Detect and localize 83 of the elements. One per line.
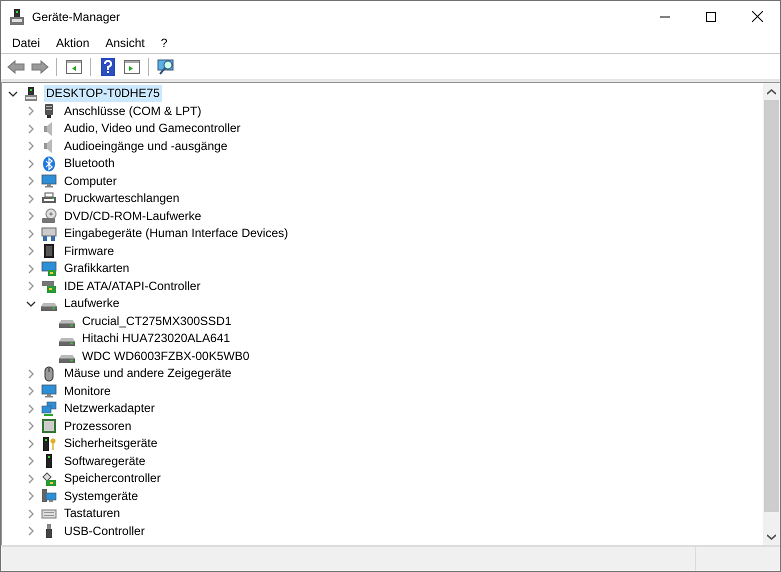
menu-item[interactable]: Datei (4, 36, 48, 50)
window-title: Geräte-Manager (32, 10, 122, 24)
expand-chevron-icon[interactable] (26, 141, 36, 152)
collapse-chevron-icon[interactable] (26, 298, 36, 309)
menu-item[interactable]: Aktion (48, 36, 98, 50)
expand-chevron-icon[interactable] (26, 526, 36, 536)
expand-chevron-icon[interactable] (26, 404, 36, 414)
vertical-scrollbar[interactable] (763, 83, 780, 545)
tree-item[interactable]: Monitore (62, 382, 113, 400)
monitor-magnifier-icon (156, 58, 174, 76)
menu-item[interactable]: Ansicht (97, 36, 153, 50)
tree-item[interactable]: Prozessoren (62, 418, 134, 435)
expand-chevron-icon[interactable] (26, 228, 36, 239)
menu-item[interactable]: ? (152, 36, 176, 50)
disc-drive-icon (41, 208, 57, 224)
tree-item[interactable]: DVD/CD-ROM-Laufwerke (62, 208, 204, 225)
network-icon (41, 400, 57, 417)
monitor-icon (41, 173, 57, 190)
tree-item[interactable]: Crucial_CT275MX300SSD1 (80, 312, 234, 330)
tree-item[interactable]: Systemgeräte (62, 488, 140, 505)
scroll-down-icon[interactable] (767, 534, 776, 540)
tree-item[interactable]: Laufwerke (62, 295, 122, 312)
expand-chevron-icon[interactable] (26, 368, 36, 379)
scroll-up-icon[interactable] (767, 88, 776, 94)
tree-item[interactable]: Netzwerkadapter (62, 400, 157, 418)
expand-chevron-icon[interactable] (26, 194, 36, 204)
expand-chevron-icon[interactable] (26, 106, 36, 116)
storage-controller-icon (41, 470, 57, 487)
window-pane-icon (124, 60, 140, 74)
tree-item[interactable]: WDC WD6003FZBX-00K5WB0 (80, 348, 252, 365)
forward-arrow-icon (30, 60, 48, 74)
back-arrow-icon (6, 60, 24, 74)
expand-chevron-icon[interactable] (26, 211, 36, 222)
tree-item[interactable]: Hitachi HUA723020ALA641 (80, 330, 232, 348)
app-icon (10, 8, 24, 24)
expand-chevron-icon[interactable] (26, 474, 36, 484)
expand-chevron-icon[interactable] (26, 246, 36, 256)
tree-item[interactable]: IDE ATA/ATAPI-Controller (62, 278, 202, 295)
tree-item[interactable]: Firmware (62, 242, 116, 260)
tree-item[interactable]: Eingabegeräte (Human Interface Devices) (62, 225, 290, 242)
bluetooth-icon (41, 156, 57, 172)
tree-item[interactable]: Anschlüsse (COM & LPT) (62, 102, 204, 120)
tree-item[interactable]: Softwaregeräte (62, 452, 148, 470)
chip-icon (41, 243, 57, 260)
monitor-icon (41, 383, 57, 400)
tree-item[interactable]: DESKTOP-T0DHE75 (44, 85, 162, 102)
collapse-chevron-icon[interactable] (8, 88, 18, 99)
drive-icon (41, 302, 57, 311)
drive-icon (59, 338, 75, 346)
help-icon (100, 58, 114, 76)
expand-chevron-icon[interactable] (26, 456, 36, 466)
tree-item[interactable]: Tastaturen (62, 505, 122, 522)
expand-chevron-icon[interactable] (26, 386, 36, 396)
expand-chevron-icon[interactable] (26, 176, 36, 186)
tree-item[interactable]: Computer (62, 172, 119, 190)
tree-item[interactable]: Audioeingänge und -ausgänge (62, 138, 230, 155)
tree-item[interactable]: Druckwarteschlangen (62, 190, 182, 208)
drive-icon (59, 355, 75, 364)
expand-chevron-icon[interactable] (26, 508, 36, 519)
tree-item[interactable]: Speichercontroller (62, 470, 163, 488)
expand-chevron-icon[interactable] (26, 421, 36, 432)
display-card-icon (41, 260, 57, 277)
tree-item[interactable]: USB-Controller (62, 522, 147, 540)
expand-chevron-icon[interactable] (26, 438, 36, 449)
window-pane-icon (66, 60, 82, 74)
security-device-icon (41, 436, 57, 452)
tree-item[interactable]: Audio, Video und Gamecontroller (62, 120, 243, 138)
cpu-icon (41, 418, 57, 434)
tree-item[interactable]: Grafikkarten (62, 260, 132, 278)
expand-chevron-icon[interactable] (26, 491, 36, 502)
expand-chevron-icon[interactable] (26, 264, 36, 274)
tree-item[interactable]: Mäuse und andere Zeigegeräte (62, 365, 234, 382)
system-device-icon (41, 488, 57, 504)
expand-chevron-icon[interactable] (26, 158, 36, 169)
tree-item[interactable]: Bluetooth (62, 155, 117, 172)
tree-item[interactable]: Sicherheitsgeräte (62, 435, 160, 452)
expand-chevron-icon[interactable] (26, 281, 36, 292)
drive-icon (59, 320, 75, 328)
maximize-icon (706, 12, 716, 22)
controller-icon (41, 278, 57, 294)
computer-icon (23, 86, 39, 102)
close-icon (752, 11, 762, 22)
expand-chevron-icon[interactable] (26, 124, 36, 134)
